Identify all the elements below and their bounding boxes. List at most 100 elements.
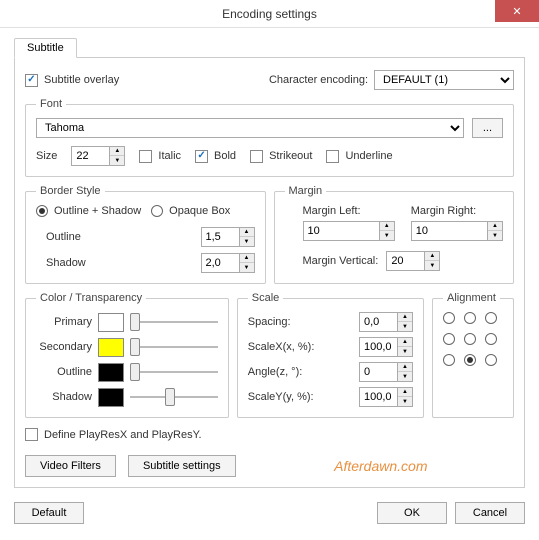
outline-label: Outline [46, 231, 81, 243]
italic-checkbox[interactable] [139, 150, 152, 163]
opaque-box-radio[interactable] [151, 205, 163, 217]
outline-swatch[interactable] [98, 363, 124, 382]
margin-left-spinner[interactable]: ▲▼ [303, 221, 395, 241]
scalex-spinner[interactable]: ▲▼ [359, 337, 413, 357]
chevron-down-icon[interactable]: ▼ [398, 347, 412, 356]
font-family-select[interactable]: Tahoma [36, 118, 464, 138]
spacing-input[interactable] [359, 312, 397, 332]
ok-button[interactable]: OK [377, 502, 447, 524]
margin-right-spinner[interactable]: ▲▼ [411, 221, 503, 241]
font-browse-button[interactable]: ... [472, 118, 503, 138]
spacing-spinner[interactable]: ▲▼ [359, 312, 413, 332]
outline-input[interactable] [201, 227, 239, 247]
strikeout-label: Strikeout [269, 150, 312, 162]
scalex-input[interactable] [359, 337, 397, 357]
margin-left-input[interactable] [303, 221, 379, 241]
align-3-radio[interactable] [485, 312, 497, 324]
shadow-input[interactable] [201, 253, 239, 273]
margin-vert-input[interactable] [386, 251, 424, 271]
margin-left-label: Margin Left: [303, 205, 361, 217]
primary-label: Primary [36, 316, 92, 328]
secondary-swatch[interactable] [98, 338, 124, 357]
color-legend: Color / Transparency [36, 292, 146, 304]
shadow-color-label: Shadow [36, 391, 92, 403]
scaley-input[interactable] [359, 387, 397, 407]
chevron-up-icon[interactable]: ▲ [380, 222, 394, 231]
strikeout-checkbox[interactable] [250, 150, 263, 163]
shadow-slider[interactable] [130, 387, 218, 407]
angle-label: Angle(z, °): [248, 366, 303, 378]
chevron-down-icon[interactable]: ▼ [240, 237, 254, 246]
chevron-up-icon[interactable]: ▲ [240, 254, 254, 263]
playres-checkbox[interactable] [25, 428, 38, 441]
close-icon: ✕ [512, 5, 521, 18]
chevron-up-icon[interactable]: ▲ [398, 338, 412, 347]
align-8-radio[interactable] [464, 354, 476, 366]
chevron-down-icon[interactable]: ▼ [398, 372, 412, 381]
primary-swatch[interactable] [98, 313, 124, 332]
italic-label: Italic [158, 150, 181, 162]
primary-slider[interactable] [130, 312, 218, 332]
align-4-radio[interactable] [443, 333, 455, 345]
alignment-fieldset: Alignment [432, 292, 514, 418]
shadow-swatch[interactable] [98, 388, 124, 407]
margin-right-input[interactable] [411, 221, 487, 241]
underline-label: Underline [345, 150, 392, 162]
chevron-up-icon[interactable]: ▲ [425, 252, 439, 261]
outline-slider[interactable] [130, 362, 218, 382]
subtitle-overlay-checkbox[interactable] [25, 74, 38, 87]
chevron-up-icon[interactable]: ▲ [398, 363, 412, 372]
bold-label: Bold [214, 150, 236, 162]
margin-vert-spinner[interactable]: ▲▼ [386, 251, 440, 271]
chevron-up-icon[interactable]: ▲ [398, 388, 412, 397]
chevron-down-icon[interactable]: ▼ [380, 231, 394, 240]
chevron-down-icon[interactable]: ▼ [398, 397, 412, 406]
chevron-down-icon[interactable]: ▼ [488, 231, 502, 240]
scalex-label: ScaleX(x, %): [248, 341, 315, 353]
cancel-button[interactable]: Cancel [455, 502, 525, 524]
close-button[interactable]: ✕ [495, 0, 539, 22]
tab-subtitle[interactable]: Subtitle [14, 38, 77, 58]
shadow-spinner[interactable]: ▲▼ [201, 253, 255, 273]
chevron-up-icon[interactable]: ▲ [398, 313, 412, 322]
subtitle-settings-button[interactable]: Subtitle settings [128, 455, 236, 477]
color-fieldset: Color / Transparency Primary Secondary O… [25, 292, 229, 418]
shadow-label: Shadow [46, 257, 86, 269]
angle-spinner[interactable]: ▲▼ [359, 362, 413, 382]
watermark: Afterdawn.com [248, 458, 514, 474]
chevron-up-icon[interactable]: ▲ [488, 222, 502, 231]
font-size-spinner[interactable]: ▲▼ [71, 146, 125, 166]
spacing-label: Spacing: [248, 316, 291, 328]
chevron-down-icon[interactable]: ▼ [110, 156, 124, 165]
border-style-legend: Border Style [36, 185, 105, 197]
margin-fieldset: Margin Margin Left: Margin Right: ▲▼ ▲▼ … [274, 185, 515, 284]
bold-checkbox[interactable] [195, 150, 208, 163]
scale-fieldset: Scale Spacing:▲▼ ScaleX(x, %):▲▼ Angle(z… [237, 292, 424, 418]
underline-checkbox[interactable] [326, 150, 339, 163]
outline-spinner[interactable]: ▲▼ [201, 227, 255, 247]
align-7-radio[interactable] [443, 354, 455, 366]
default-button[interactable]: Default [14, 502, 84, 524]
border-style-fieldset: Border Style Outline + Shadow Opaque Box… [25, 185, 266, 284]
video-filters-button[interactable]: Video Filters [25, 455, 116, 477]
angle-input[interactable] [359, 362, 397, 382]
scaley-label: ScaleY(y, %): [248, 391, 314, 403]
chevron-up-icon[interactable]: ▲ [240, 228, 254, 237]
titlebar: Encoding settings ✕ [0, 0, 539, 28]
char-encoding-select[interactable]: DEFAULT (1) [374, 70, 514, 90]
align-2-radio[interactable] [464, 312, 476, 324]
chevron-down-icon[interactable]: ▼ [425, 261, 439, 270]
align-6-radio[interactable] [485, 333, 497, 345]
font-fieldset: Font Tahoma ... Size ▲▼ Italic Bold Stri… [25, 98, 514, 177]
secondary-slider[interactable] [130, 337, 218, 357]
align-5-radio[interactable] [464, 333, 476, 345]
scaley-spinner[interactable]: ▲▼ [359, 387, 413, 407]
scale-legend: Scale [248, 292, 284, 304]
align-9-radio[interactable] [485, 354, 497, 366]
outline-shadow-radio[interactable] [36, 205, 48, 217]
font-size-input[interactable] [71, 146, 109, 166]
chevron-down-icon[interactable]: ▼ [398, 322, 412, 331]
chevron-up-icon[interactable]: ▲ [110, 147, 124, 156]
align-1-radio[interactable] [443, 312, 455, 324]
chevron-down-icon[interactable]: ▼ [240, 263, 254, 272]
